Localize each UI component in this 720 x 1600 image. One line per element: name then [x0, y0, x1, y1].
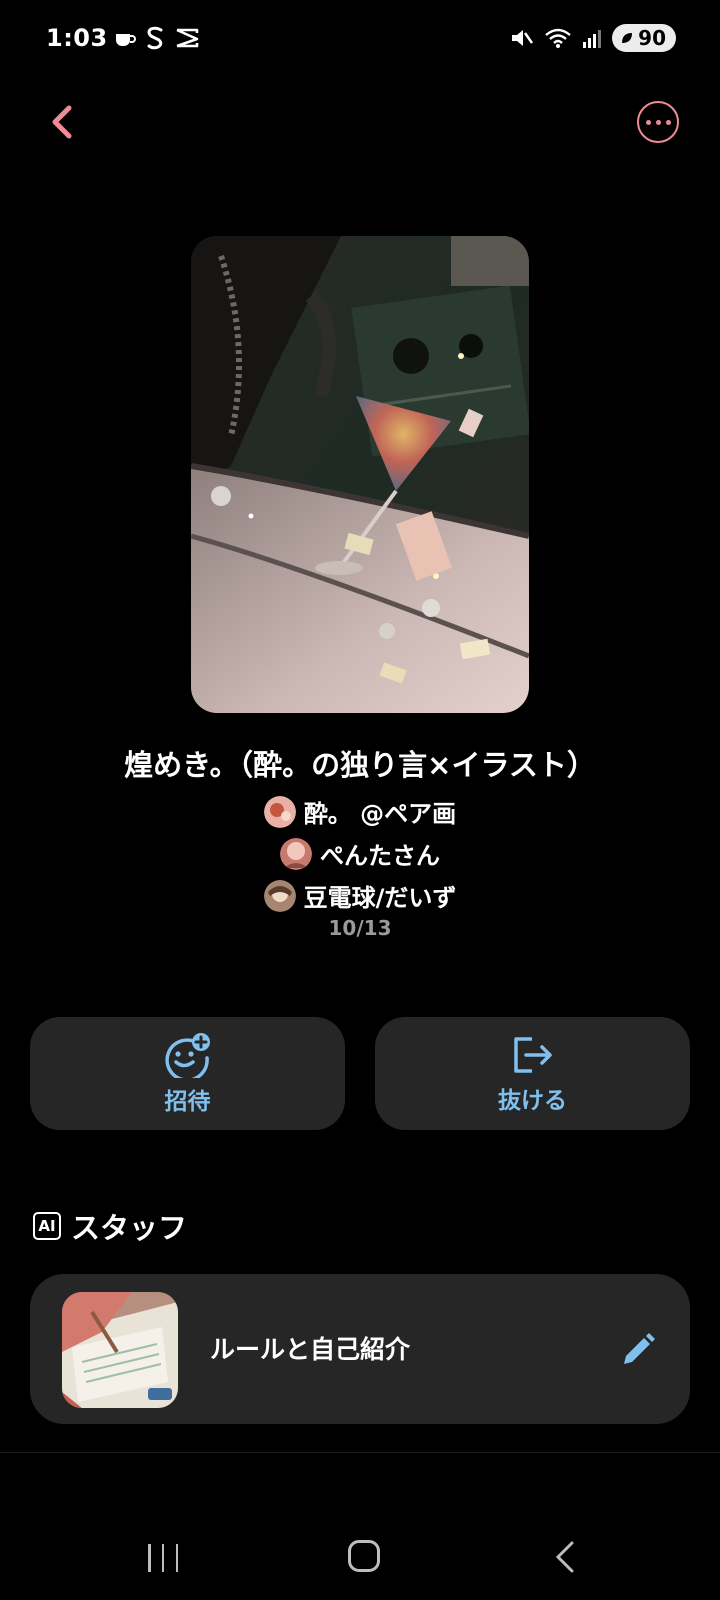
leave-button[interactable]: 抜ける [375, 1017, 690, 1130]
staff-item-thumbnail [62, 1292, 178, 1408]
member-avatar [263, 795, 296, 828]
battery-leaf-icon [622, 33, 633, 43]
pencil-icon [624, 1333, 655, 1364]
staff-item-card[interactable]: ルールと自己紹介 [30, 1274, 690, 1424]
member-row[interactable]: 豆電球/だいず [0, 878, 720, 913]
more-horizontal-icon [645, 119, 651, 125]
back-button[interactable] [40, 100, 84, 144]
member-avatar [263, 879, 296, 912]
status-left-icons [114, 26, 200, 50]
staff-item-label: ルールと自己紹介 [210, 1335, 411, 1364]
status-time: 1:03 [46, 24, 108, 52]
capcut-icon [176, 28, 199, 48]
back-icon[interactable] [552, 1540, 582, 1574]
wifi-icon [545, 28, 571, 48]
add-user-smile-icon [164, 1032, 210, 1078]
bottom-divider [0, 1452, 720, 1453]
member-name: 豆電球/だいず [303, 884, 457, 912]
coffee-icon [116, 34, 136, 46]
mute-icon [512, 30, 534, 46]
staff-section-header: AI スタッフ [33, 1205, 187, 1247]
exit-icon [513, 1036, 552, 1073]
battery-indicator: 90 [612, 24, 676, 52]
leave-label: 抜ける [498, 1087, 567, 1114]
more-options-button[interactable] [637, 101, 679, 143]
invite-label: 招待 [164, 1088, 211, 1115]
recents-icon[interactable] [148, 1544, 178, 1572]
member-avatar [280, 837, 312, 870]
chevron-left-icon [52, 105, 72, 139]
member-name: 酔。 @ペア画 [303, 800, 457, 828]
system-nav-bar [0, 1520, 720, 1590]
signal-icon [583, 30, 602, 48]
member-name: ぺんたさん [320, 842, 440, 870]
member-count: 10/13 [328, 916, 392, 940]
group-title: 煌めき。（酔。の独り言×イラスト） [124, 748, 596, 782]
home-icon[interactable] [348, 1540, 380, 1572]
ai-badge-icon: AI [33, 1212, 61, 1240]
battery-level: 90 [638, 26, 666, 50]
invite-button[interactable]: 招待 [30, 1017, 345, 1130]
staff-header-label: スタッフ [71, 1211, 188, 1245]
group-cover-image[interactable] [191, 236, 529, 713]
member-row[interactable]: ぺんたさん [0, 836, 720, 871]
member-row[interactable]: 酔。 @ペア画 [0, 794, 720, 829]
s-app-icon [147, 26, 163, 50]
edit-button[interactable] [618, 1330, 658, 1370]
status-right-icons: 90 [510, 24, 676, 52]
cover-illustration [191, 236, 529, 713]
